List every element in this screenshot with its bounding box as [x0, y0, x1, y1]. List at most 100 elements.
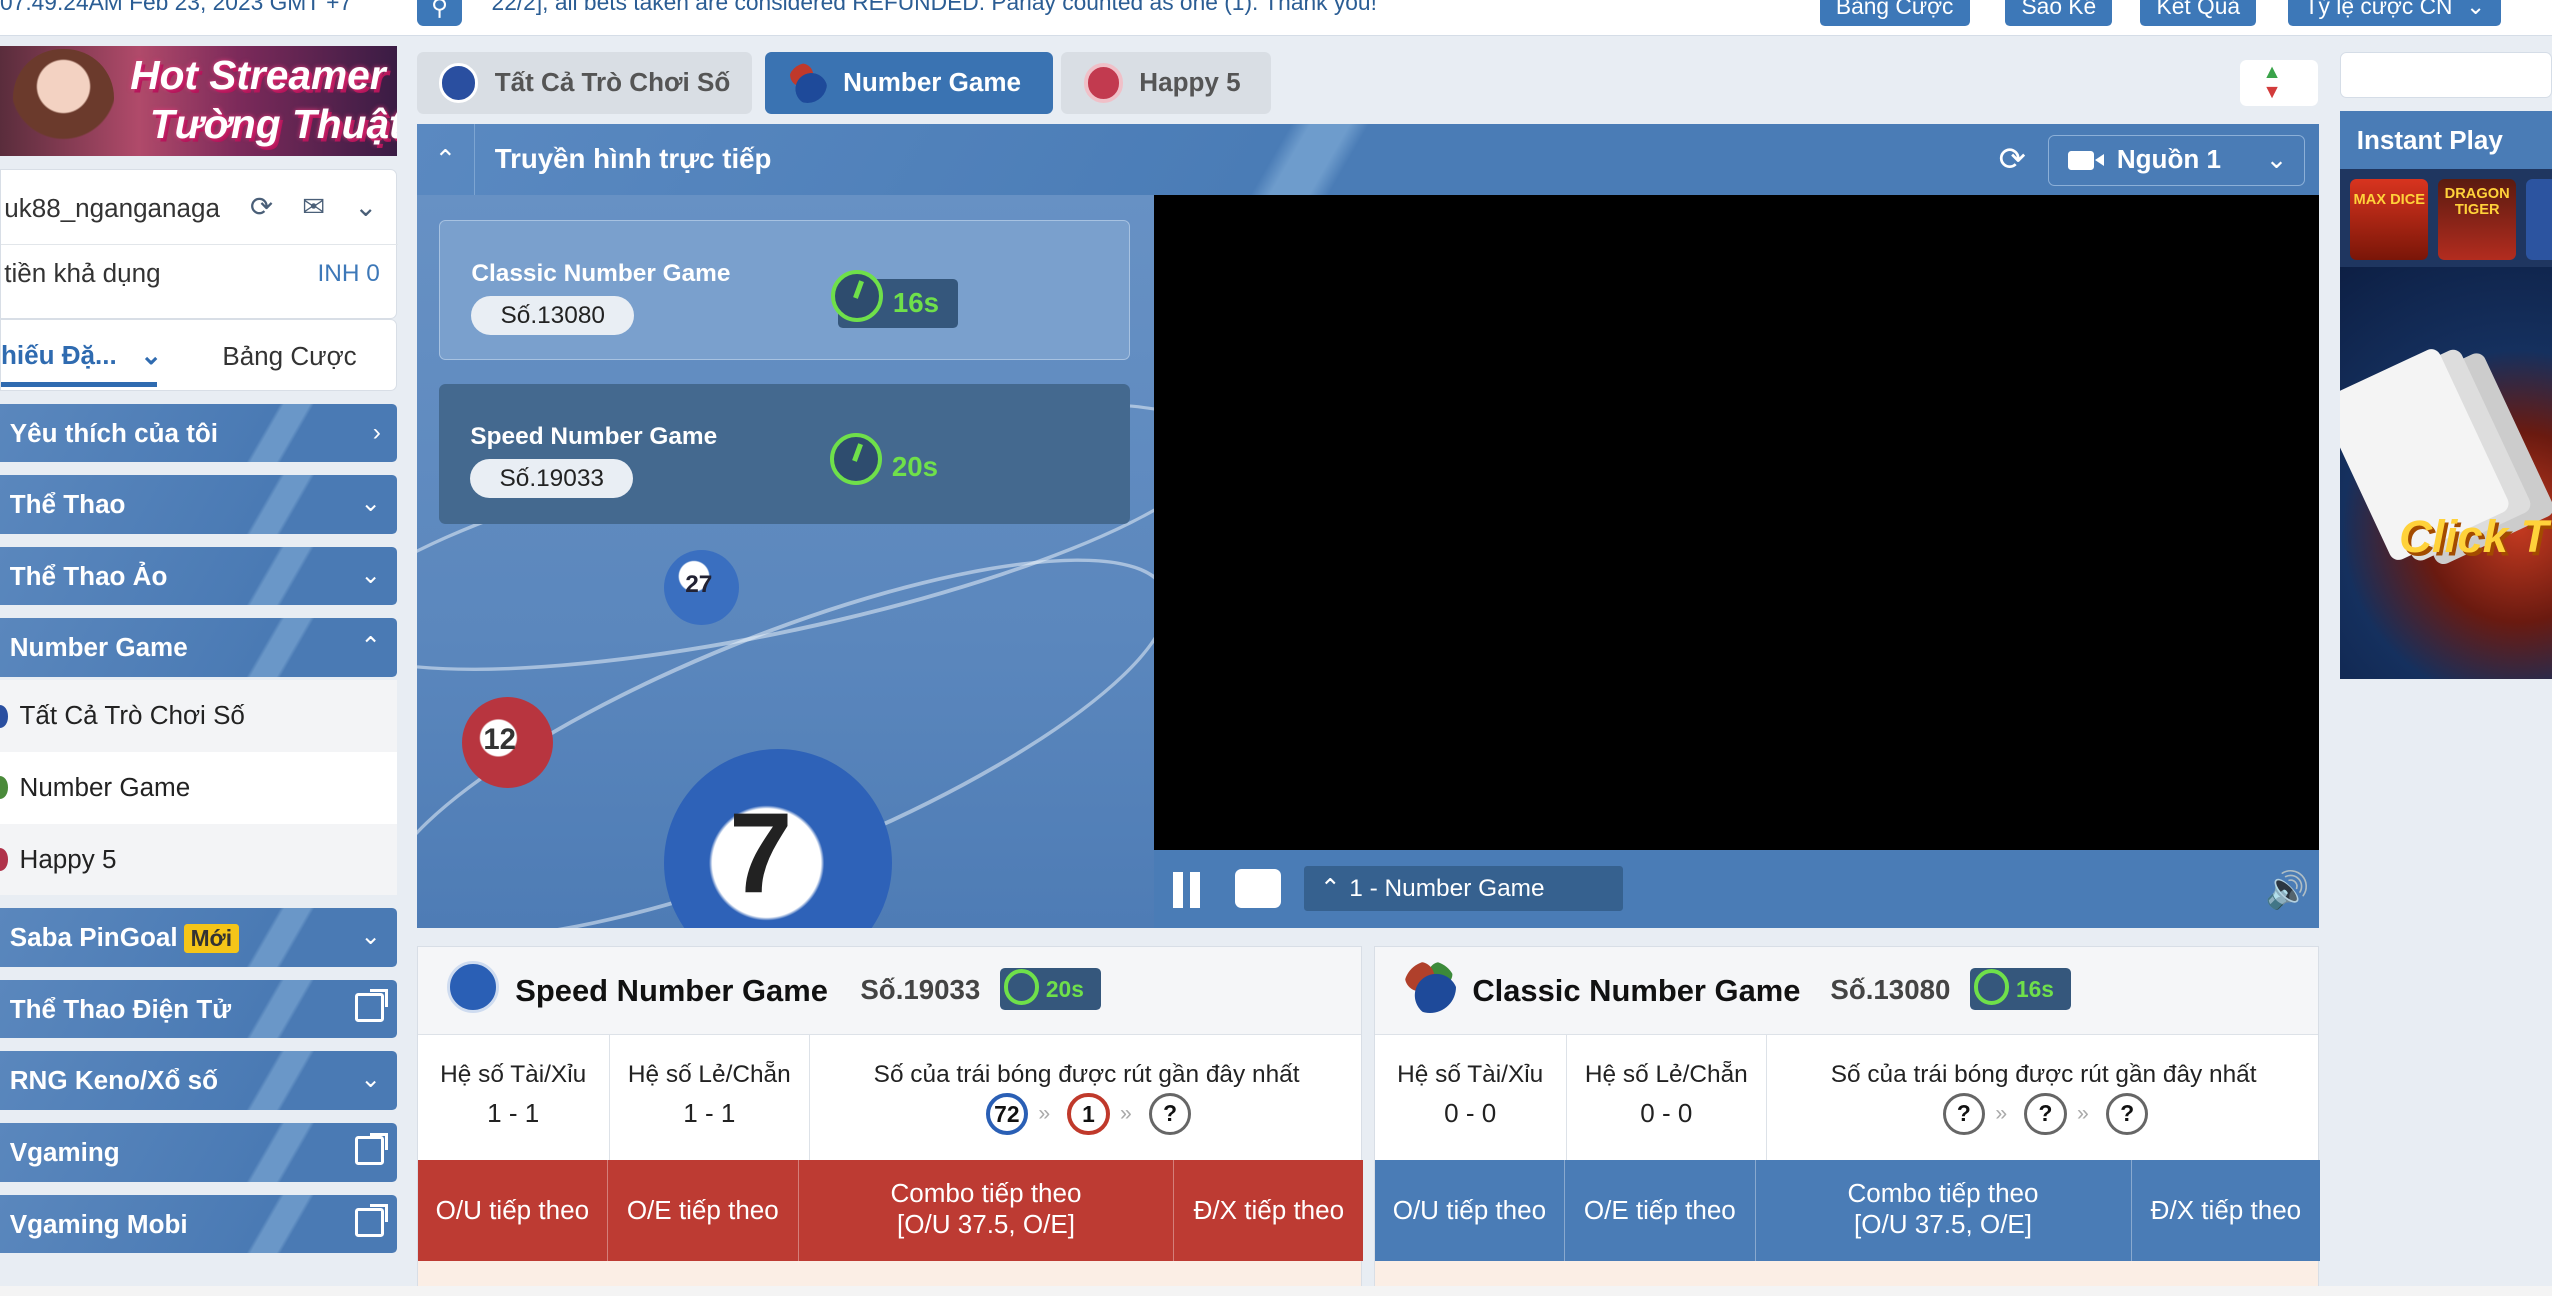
ou-stat: Hệ số Tài/Xỉu 0 - 0: [1375, 1034, 1567, 1160]
new-badge: Mới: [184, 924, 239, 954]
bet-list-button[interactable]: Bảng Cược: [1819, 0, 1970, 27]
sidebar-item-sports[interactable]: Thể Thao ⌄: [0, 475, 398, 534]
bet-header-combo: Combo tiếp theo [O/U 37.5, O/E]: [1755, 1159, 2132, 1261]
channel-select[interactable]: ⌃ 1 - Number Game: [1303, 865, 1623, 912]
sort-toggle[interactable]: ▲ ▼: [2239, 60, 2318, 106]
recent-balls-list: 72 » 1 » ?: [985, 1093, 1192, 1136]
video-player[interactable]: [1153, 195, 2320, 850]
camera-switch-icon[interactable]: [1235, 869, 1281, 909]
sidebar-item-saba-pingoal[interactable]: Saba PinGoal Mới ⌄: [0, 908, 398, 967]
balance-value: INH 0: [317, 259, 380, 287]
chevron-double-right-icon: »: [2077, 1102, 2089, 1126]
volume-icon[interactable]: 🔊: [2265, 869, 2310, 911]
game-card-classic[interactable]: Classic Number Game Số.13080 16s: [439, 219, 1130, 360]
recent-balls: Số của trái bóng được rút gần đây nhất ?…: [1767, 1035, 2320, 1160]
tab-happy-5[interactable]: Happy 5: [1061, 52, 1272, 114]
chevron-down-icon: ⌄: [2465, 0, 2486, 20]
server-time: 07:49:24AM Feb 23, 2023 GMT +7: [0, 0, 353, 15]
sidebar-item-virtual-sports[interactable]: Thể Thao Ảo ⌄: [0, 546, 398, 606]
game-thumb-dragon-tiger[interactable]: DRAGON TIGER: [2438, 179, 2517, 261]
external-link-icon: [354, 1132, 388, 1166]
announcement-marquee[interactable]: 22/2], all bets taken are considered REF…: [492, 0, 1377, 16]
submenu-item-all-number-games[interactable]: Tất Cả Trò Chơi Số: [0, 680, 398, 752]
drawn-ball: ?: [1148, 1093, 1192, 1136]
balance-label: tiền khả dụng: [4, 258, 161, 289]
sidebar-item-rng-keno[interactable]: RNG Keno/Xổ số ⌄: [0, 1051, 398, 1110]
classic-game-logo-icon: [1403, 961, 1457, 1014]
board-title: Speed Number Game: [515, 972, 828, 1008]
stopwatch-icon: [830, 432, 883, 485]
timer-value: 16s: [892, 287, 940, 319]
stat-label: Số của trái bóng được rút gần đây nhất: [1830, 1060, 2257, 1088]
board-speed-number-game: Speed Number Game Số.19033 20s Hệ số Tài…: [416, 945, 1364, 1296]
game-card-timer: 16s: [831, 269, 958, 329]
tab-sports-menu[interactable]: hiếu Đặ... ⌄: [1, 340, 162, 371]
odds-type-dropdown[interactable]: Tỷ lệ cược CN ⌄: [2288, 0, 2502, 27]
sidebar-item-favorites[interactable]: Yêu thích của tôi ›: [0, 403, 398, 463]
chevron-down-icon[interactable]: ⌄: [354, 190, 377, 223]
refresh-icon[interactable]: ⟳: [1999, 140, 2026, 178]
board-timer: 16s: [1970, 967, 2072, 1011]
game-thumb-partial[interactable]: [2526, 179, 2552, 261]
pause-icon[interactable]: [1173, 872, 1184, 909]
tab-bet-list[interactable]: Bảng Cược: [222, 341, 356, 372]
board-title: Classic Number Game: [1472, 972, 1801, 1008]
sidebar-tabs: hiếu Đặ... ⌄ Bảng Cược: [0, 319, 398, 391]
video-controls: ⌃ 1 - Number Game 🔊: [1153, 849, 2320, 928]
refresh-icon[interactable]: ⟳: [250, 190, 273, 223]
tab-label: Number Game: [843, 67, 1022, 98]
submenu-item-label: Number Game: [19, 771, 191, 802]
game-card-name: Speed Number Game: [470, 423, 718, 451]
sidebar-item-number-game[interactable]: Number Game ⌃: [0, 618, 398, 678]
stat-value: 1 - 1: [683, 1098, 736, 1129]
bet-header-oe: O/E tiếp theo: [608, 1159, 799, 1261]
tab-all-number-games[interactable]: Tất Cả Trò Chơi Số: [416, 52, 752, 114]
sidebar-item-label: Vgaming Mobi: [9, 1208, 188, 1239]
decor-ball: 27: [664, 550, 739, 625]
bet-header-oe: O/E tiếp theo: [1565, 1159, 1756, 1261]
mail-icon[interactable]: ✉: [302, 190, 325, 223]
recent-balls: Số của trái bóng được rút gần đây nhất 7…: [810, 1035, 1363, 1160]
bet-header-big-small: Đ/X tiếp theo: [1174, 1159, 1364, 1261]
search-button[interactable]: ⚲: [416, 0, 463, 27]
submenu-item-happy-5[interactable]: Happy 5: [0, 823, 398, 896]
game-card-speed[interactable]: Speed Number Game Số.19033 20s: [439, 384, 1130, 525]
oe-stat: Hệ số Lẻ/Chẵn 0 - 0: [1567, 1034, 1767, 1160]
game-selector-pane: 27 12 7 Classic Number Game Số.13080 16s…: [416, 195, 1154, 928]
hot-streamer-banner[interactable]: Hot Streamer Tường Thuật: [0, 45, 398, 157]
decor-ball: 12: [462, 696, 554, 788]
number-game-ball-icon: [0, 776, 9, 800]
sidebar-item-vgaming[interactable]: Vgaming: [0, 1123, 398, 1182]
sidebar-item-esports[interactable]: Thể Thao Điện Tử: [0, 979, 398, 1039]
game-thumb-max-dice[interactable]: MAX DICE: [2350, 179, 2429, 261]
statement-button[interactable]: Sao Kê: [2005, 0, 2113, 27]
sidebar-item-label: Thể Thao Ảo: [9, 560, 168, 591]
tab-number-game[interactable]: Number Game: [764, 52, 1054, 114]
bet-header-sublabel: [O/U 37.5, O/E]: [1854, 1208, 2032, 1239]
game-thumb-label: MAX DICE: [2353, 192, 2426, 209]
source-dropdown[interactable]: Nguồn 1 ⌄: [2047, 135, 2305, 186]
search-icon: ⚲: [431, 0, 448, 21]
roulette-promo-banner[interactable]: Click T: [2340, 266, 2552, 679]
source-label: Nguồn 1: [2116, 144, 2221, 175]
game-card-number: Số.13080: [471, 295, 635, 335]
board-draw-number: Số.13080: [1830, 974, 1951, 1006]
submenu-item-number-game[interactable]: Number Game: [0, 751, 398, 824]
live-stream-header: ⌃ Truyền hình trực tiếp ⟳ Nguồn 1 ⌄: [416, 123, 2320, 196]
chevron-double-right-icon: »: [1038, 1102, 1051, 1126]
sidebar-item-vgaming-mobi[interactable]: Vgaming Mobi: [0, 1194, 398, 1254]
speed-game-logo-icon: [446, 961, 500, 1014]
board-draw-number: Số.19033: [860, 974, 981, 1006]
results-button[interactable]: Kết Quả: [2140, 0, 2257, 27]
tab-sports-menu-label: hiếu Đặ...: [1, 339, 117, 370]
game-card-timer: 20s: [830, 432, 957, 492]
decor-ball-number: 7: [729, 789, 793, 917]
bet-header-label: O/E tiếp theo: [1583, 1194, 1736, 1225]
pause-icon-bar[interactable]: [1189, 872, 1200, 909]
right-search-box[interactable]: [2340, 52, 2552, 98]
banner-line-2: Tường Thuật: [149, 100, 398, 147]
chevron-double-right-icon: »: [1120, 1102, 1132, 1126]
chevron-up-icon: ⌃: [360, 633, 381, 661]
stat-label: Số của trái bóng được rút gần đây nhất: [873, 1060, 1300, 1088]
collapse-button[interactable]: ⌃: [417, 123, 476, 196]
